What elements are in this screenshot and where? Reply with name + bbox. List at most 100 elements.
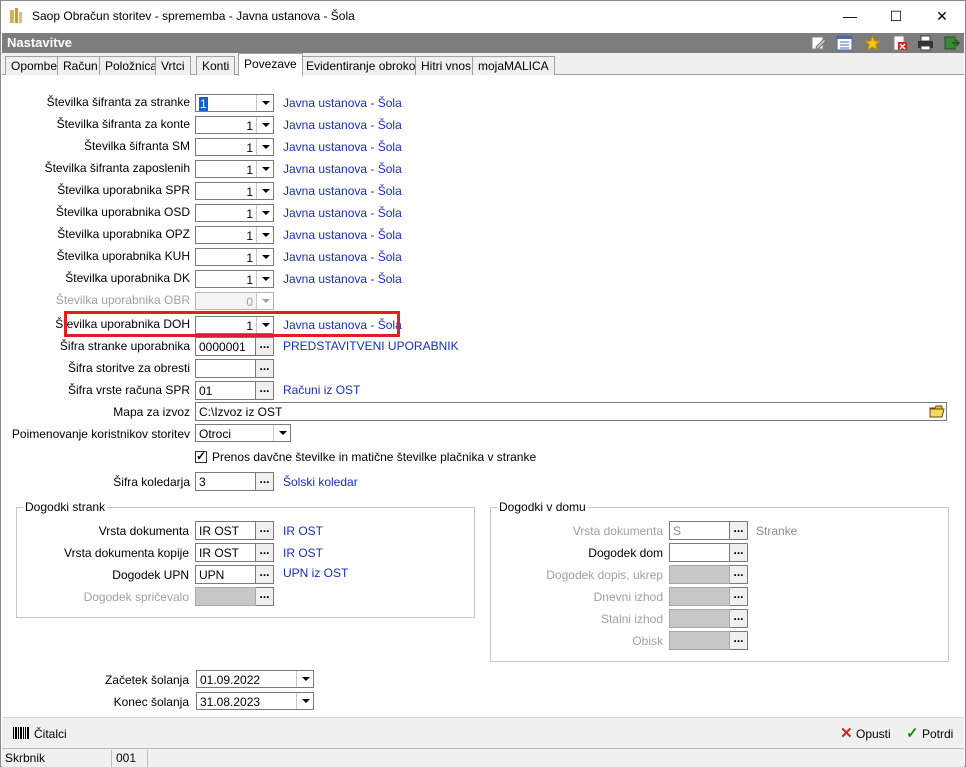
lookup-button[interactable]: ... <box>730 609 748 628</box>
tab-racun[interactable]: Račun <box>57 56 104 75</box>
event-description: IR OST <box>283 546 324 560</box>
copy-document-type-input[interactable]: IR OST <box>195 543 256 562</box>
tab-hitri-vnos[interactable]: Hitri vnos <box>415 56 478 75</box>
tab-mojamalica[interactable]: mojaMALICA <box>472 56 555 75</box>
tab-opombe[interactable]: Opombe <box>5 56 64 75</box>
lookup-button[interactable]: ... <box>730 565 748 584</box>
home-event-label-disabled: Obisk <box>632 634 663 648</box>
lookup-button[interactable]: ... <box>256 587 274 606</box>
certificate-event-input <box>195 587 256 606</box>
setting-value: 1 <box>246 119 253 133</box>
chevron-down-icon[interactable] <box>296 693 313 709</box>
tab-label: Evidentiranje obrokov <box>306 59 422 73</box>
chevron-down-icon[interactable] <box>256 117 273 133</box>
visit-input <box>669 631 730 650</box>
delete-document-icon[interactable] <box>891 35 908 51</box>
folder-open-icon[interactable] <box>929 404 945 419</box>
chevron-down-icon[interactable] <box>296 671 313 687</box>
lookup-button[interactable]: ... <box>730 521 748 540</box>
section-title: Nastavitve <box>7 35 73 50</box>
lookup-button[interactable]: ... <box>256 337 274 356</box>
setting-description: Javna ustanova - Šola <box>283 140 402 154</box>
lookup-button[interactable]: ... <box>256 381 274 400</box>
setting-combo[interactable]: 1 <box>195 248 274 266</box>
cancel-button[interactable]: ✕ Opusti <box>840 725 892 743</box>
chevron-down-icon[interactable] <box>256 249 273 265</box>
edit-note-icon[interactable] <box>810 35 827 51</box>
lookup-button[interactable]: ... <box>256 521 274 540</box>
chevron-down-icon[interactable] <box>256 205 273 221</box>
setting-combo[interactable]: 1 <box>195 138 274 156</box>
setting-combo[interactable]: 1 <box>195 160 274 178</box>
lookup-button[interactable]: ... <box>256 543 274 562</box>
application-window: Saop Obračun storitev - sprememba - Javn… <box>0 0 966 767</box>
lookup-button[interactable]: ... <box>256 359 274 378</box>
lookup-description: Računi iz OST <box>283 383 361 397</box>
lookup-button[interactable]: ... <box>256 472 274 491</box>
interest-service-input[interactable] <box>195 359 256 378</box>
tab-polozjnica[interactable]: Položnica <box>99 56 164 75</box>
status-code: 001 <box>113 750 148 767</box>
input-value: IR OST <box>199 524 240 538</box>
setting-description: Javna ustanova - Šola <box>283 272 402 286</box>
setting-value: 0 <box>246 295 253 309</box>
chevron-down-icon <box>256 293 273 309</box>
home-event-input[interactable] <box>669 543 730 562</box>
transfer-checkbox[interactable]: ✓ <box>195 449 207 463</box>
invoice-type-input[interactable]: 01 <box>195 381 256 400</box>
home-event-label: Dogodek dom <box>588 546 663 560</box>
setting-combo[interactable]: 1 <box>195 116 274 134</box>
list-icon[interactable] <box>836 35 853 51</box>
lookup-button[interactable]: ... <box>730 543 748 562</box>
chevron-down-icon[interactable] <box>256 183 273 199</box>
exit-icon[interactable] <box>943 35 960 51</box>
chevron-down-icon[interactable] <box>256 161 273 177</box>
close-button[interactable]: ✕ <box>919 1 965 32</box>
chevron-down-icon[interactable] <box>256 139 273 155</box>
export-folder-input[interactable]: C:\Izvoz iz OST <box>195 402 947 421</box>
export-folder-label: Mapa za izvoz <box>113 405 190 419</box>
app-icon <box>10 8 22 23</box>
maximize-button[interactable]: ☐ <box>873 1 919 32</box>
daily-exit-input <box>669 587 730 606</box>
input-value: C:\Izvoz iz OST <box>199 405 283 419</box>
calendar-input[interactable]: 3 <box>195 472 256 491</box>
status-bar: Skrbnik 001 <box>2 748 964 767</box>
lookup-button[interactable]: ... <box>730 631 748 650</box>
letter-measure-input <box>669 565 730 584</box>
chevron-down-icon[interactable] <box>256 271 273 287</box>
chevron-down-icon[interactable] <box>256 227 273 243</box>
school-start-date-picker[interactable]: 01.09.2022 <box>196 670 314 688</box>
print-icon[interactable] <box>917 35 934 51</box>
permanent-exit-input <box>669 609 730 628</box>
upn-event-input[interactable]: UPN <box>195 565 256 584</box>
date-value: 31.08.2023 <box>200 695 261 709</box>
setting-combo[interactable]: 1 <box>195 182 274 200</box>
setting-combo[interactable]: 1 <box>195 204 274 222</box>
chevron-down-icon[interactable] <box>273 425 290 441</box>
setting-combo[interactable]: 1 <box>195 226 274 244</box>
tab-konti[interactable]: Konti <box>196 56 236 75</box>
lookup-label: Šifra storitve za obresti <box>67 361 190 375</box>
setting-label: Številka šifranta za stranke <box>46 95 190 109</box>
school-end-date-picker[interactable]: 31.08.2023 <box>196 692 314 710</box>
setting-label: Številka uporabnika OPZ <box>57 227 190 241</box>
tab-vrtci[interactable]: Vrtci <box>155 56 191 75</box>
star-icon[interactable] <box>864 35 881 51</box>
document-type-input[interactable]: IR OST <box>195 521 256 540</box>
chevron-down-icon[interactable] <box>256 95 273 111</box>
tab-evidentiranje-obrokov[interactable]: Evidentiranje obrokov <box>300 56 428 75</box>
tab-povezave[interactable]: Povezave <box>238 53 303 76</box>
minimize-button[interactable]: — <box>827 1 873 32</box>
setting-combo[interactable]: 1 <box>195 270 274 288</box>
setting-combo[interactable]: 1 <box>195 94 274 112</box>
button-label: Čitalci <box>34 727 67 741</box>
client-code-input[interactable]: 0000001 <box>195 337 256 356</box>
lookup-button[interactable]: ... <box>730 587 748 606</box>
tab-label: Hitri vnos <box>421 59 472 73</box>
home-event-label-disabled: Dnevni izhod <box>593 590 663 604</box>
confirm-button[interactable]: ✓ Potrdi <box>906 725 958 743</box>
naming-select[interactable]: Otroci <box>195 424 291 442</box>
lookup-button[interactable]: ... <box>256 565 274 584</box>
home-document-type-input[interactable]: S <box>669 521 730 540</box>
